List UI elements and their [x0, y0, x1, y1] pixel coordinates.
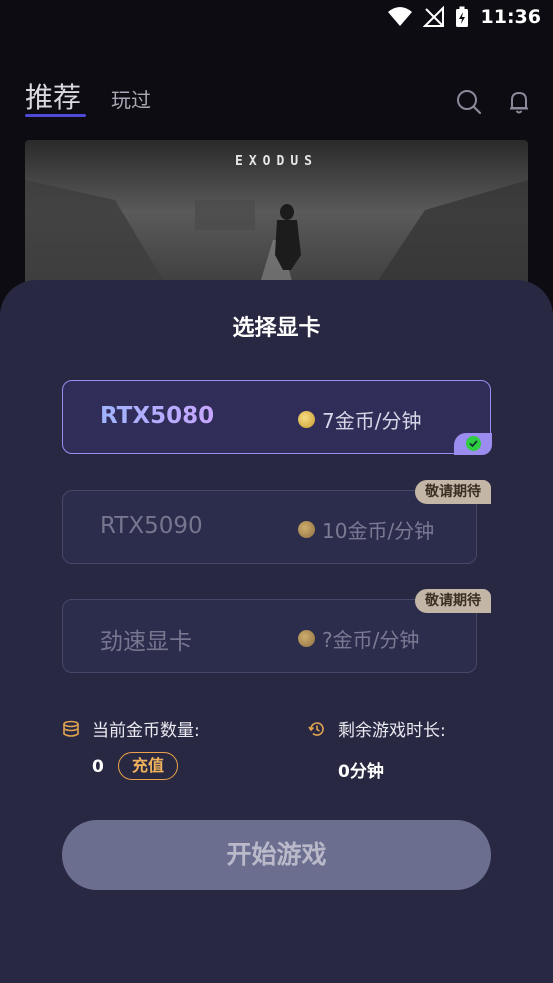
sheet-title: 选择显卡 — [232, 316, 321, 341]
start-game-button[interactable]: 开始游戏 — [62, 820, 491, 890]
coins-label: 当前金币数量: — [62, 716, 200, 741]
history-clock-icon — [308, 721, 324, 736]
coins-stack-icon — [63, 720, 79, 737]
wifi-icon — [387, 7, 412, 26]
coming-soon-badge: 敬请期待 — [415, 589, 491, 613]
status-time: 11:36 — [480, 6, 541, 28]
coin-icon — [298, 411, 315, 428]
tab-active-indicator — [25, 114, 86, 117]
gpu-name: RTX5090 — [100, 513, 203, 539]
coming-soon-badge: 敬请期待 — [415, 480, 491, 504]
time-value: 0分钟 — [338, 762, 384, 782]
gpu-option-jinsu[interactable]: 劲速显卡 ?金币/分钟 — [62, 599, 477, 673]
gpu-price-text: ?金币/分钟 — [322, 628, 420, 652]
coins-label-text: 当前金币数量: — [92, 721, 200, 741]
bell-icon[interactable] — [505, 88, 533, 116]
gpu-option-rtx5090[interactable]: RTX5090 10金币/分钟 — [62, 490, 477, 564]
gpu-name: RTX5080 — [100, 403, 215, 429]
battery-charging-icon — [455, 6, 468, 27]
coins-value: 0 — [92, 757, 104, 777]
tab-played[interactable]: 玩过 — [111, 84, 151, 113]
gpu-name: 劲速显卡 — [100, 629, 192, 655]
gpu-price-text: 7金币/分钟 — [322, 409, 422, 433]
tab-recommend[interactable]: 推荐 — [25, 76, 81, 116]
top-nav: 推荐 玩过 — [0, 70, 553, 120]
recharge-button[interactable]: 充值 — [118, 752, 178, 780]
gpu-price-text: 10金币/分钟 — [322, 519, 435, 543]
time-label-text: 剩余游戏时长: — [338, 721, 446, 741]
time-label: 剩余游戏时长: — [308, 716, 446, 741]
game-banner[interactable]: EXODUS — [25, 140, 528, 300]
status-icons: 11:36 — [387, 6, 541, 28]
gpu-price: 7金币/分钟 — [298, 405, 421, 434]
gpu-price: ?金币/分钟 — [298, 624, 419, 653]
coin-icon — [298, 630, 315, 647]
selected-badge — [454, 433, 492, 455]
gpu-option-rtx5080[interactable]: RTX5080 7金币/分钟 — [62, 380, 492, 455]
search-icon[interactable] — [455, 88, 483, 116]
banner-artwork — [25, 180, 528, 300]
status-bar: 11:36 — [0, 0, 553, 38]
gpu-price: 10金币/分钟 — [298, 515, 434, 544]
coin-icon — [298, 521, 315, 538]
no-signal-icon — [422, 6, 444, 27]
check-icon — [466, 436, 481, 451]
